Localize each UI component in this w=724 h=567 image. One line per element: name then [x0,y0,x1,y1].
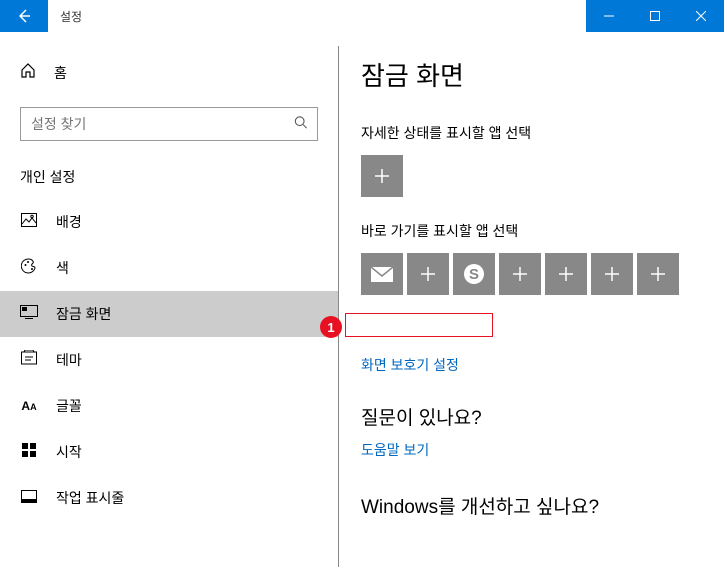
skype-icon: S [462,262,486,286]
font-icon: AA [20,399,38,413]
start-icon [20,443,38,461]
quick-app-row: S [361,253,702,295]
maximize-icon [650,11,660,21]
page-title: 잠금 화면 [361,56,702,93]
svg-text:S: S [469,266,479,283]
annotation-badge-1: 1 [320,316,342,338]
sidebar-item-lockscreen[interactable]: 잠금 화면 [0,291,338,337]
quick-app-tile-skype[interactable]: S [453,253,495,295]
minimize-button[interactable] [586,0,632,32]
sidebar-item-label: 시작 [56,442,82,462]
sidebar-item-start[interactable]: 시작 [0,429,338,475]
sidebar-item-background[interactable]: 배경 [0,199,338,245]
sidebar-category: 개인 설정 [0,155,338,199]
picture-icon [20,213,38,231]
window-controls [586,0,724,32]
plus-icon [373,167,391,185]
home-label: 홈 [54,63,67,83]
plus-icon [419,265,437,283]
titlebar: 설정 [0,0,724,32]
detailed-app-row [361,155,702,197]
minimize-icon [604,11,614,21]
sidebar-item-colors[interactable]: 색 [0,245,338,291]
add-quick-app-tile[interactable] [591,253,633,295]
add-quick-app-tile[interactable] [545,253,587,295]
lockscreen-icon [20,305,38,323]
content: 잠금 화면 자세한 상태를 표시할 앱 선택 바로 가기를 표시할 앱 선택 S [339,32,724,567]
annotation-box [345,313,493,337]
home-icon [20,62,36,83]
taskbar-icon [20,490,38,507]
close-icon [696,11,706,21]
maximize-button[interactable] [632,0,678,32]
sidebar: 홈 개인 설정 배경 색 잠금 화면 [0,32,338,567]
add-quick-app-tile[interactable] [637,253,679,295]
sidebar-item-label: 테마 [56,350,82,370]
search-input[interactable] [20,107,318,141]
plus-icon [603,265,621,283]
search-icon [294,116,308,133]
add-quick-app-tile[interactable] [499,253,541,295]
plus-icon [649,265,667,283]
sidebar-item-themes[interactable]: 테마 [0,337,338,383]
sidebar-item-label: 작업 표시줄 [56,488,124,508]
question-heading: 질문이 있나요? [361,403,702,430]
plus-icon [511,265,529,283]
quick-app-tile-mail[interactable] [361,253,403,295]
sidebar-item-label: 잠금 화면 [56,304,111,324]
plus-icon [557,265,575,283]
window-title: 설정 [48,0,586,32]
mail-icon [371,267,393,282]
arrow-left-icon [16,8,32,24]
add-quick-app-tile[interactable] [407,253,449,295]
section-label-detailed: 자세한 상태를 표시할 앱 선택 [361,123,702,143]
sidebar-item-label: 글꼴 [56,396,82,416]
search-container [20,107,318,141]
sidebar-item-fonts[interactable]: AA 글꼴 [0,383,338,429]
sidebar-item-label: 배경 [56,212,82,232]
sidebar-item-home[interactable]: 홈 [0,52,338,93]
link-screensaver[interactable]: 화면 보호기 설정 [361,355,702,375]
back-button[interactable] [0,0,48,32]
palette-icon [20,258,38,278]
theme-icon [20,350,38,370]
sidebar-item-taskbar[interactable]: 작업 표시줄 [0,475,338,521]
improve-heading: Windows를 개선하고 싶나요? [361,492,702,519]
sidebar-item-label: 색 [56,258,69,278]
link-help[interactable]: 도움말 보기 [361,440,702,460]
section-label-quick: 바로 가기를 표시할 앱 선택 [361,221,702,241]
close-button[interactable] [678,0,724,32]
add-detailed-app-tile[interactable] [361,155,403,197]
